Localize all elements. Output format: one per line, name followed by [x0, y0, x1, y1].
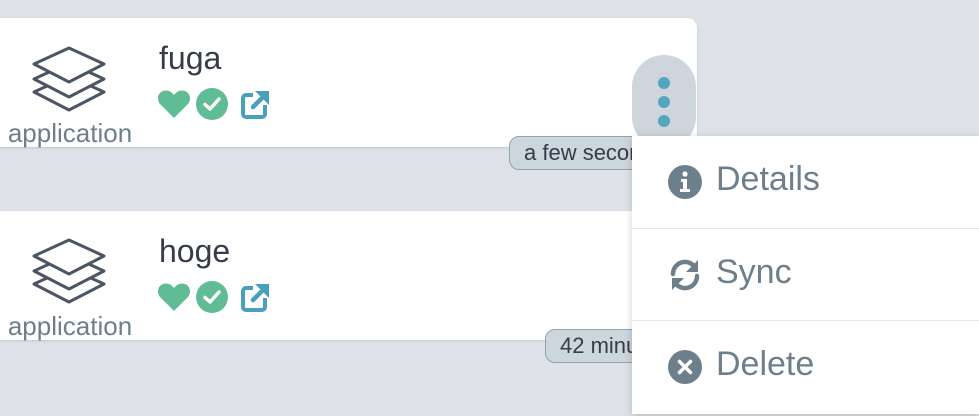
- kebab-dot-icon: [658, 77, 670, 89]
- app-actions-menu: Details Sync Delete: [632, 136, 979, 414]
- check-circle-icon: [196, 88, 228, 120]
- heart-icon: [157, 90, 191, 118]
- heart-icon: [157, 283, 191, 311]
- external-link-icon[interactable]: [241, 282, 271, 312]
- menu-item-label: Delete: [716, 345, 815, 383]
- app-name[interactable]: fuga: [159, 40, 221, 77]
- external-link-icon[interactable]: [241, 89, 271, 119]
- menu-item-details[interactable]: Details: [632, 136, 979, 228]
- sync-icon: [670, 259, 700, 291]
- app-tile-hoge[interactable]: application hoge 42 minutes ago: [0, 211, 697, 363]
- app-kind-label: application: [7, 118, 133, 148]
- more-options-button[interactable]: [632, 55, 696, 149]
- menu-item-label: Details: [716, 160, 820, 198]
- menu-item-sync[interactable]: Sync: [632, 228, 979, 320]
- layers-icon: [32, 46, 106, 112]
- check-circle-icon: [196, 281, 228, 313]
- menu-item-label: Sync: [716, 253, 792, 291]
- app-kind-label: application: [7, 311, 133, 341]
- menu-item-delete[interactable]: Delete: [632, 320, 979, 412]
- app-tile-fuga[interactable]: application fuga a few seconds ago: [0, 18, 697, 170]
- kebab-dot-icon: [658, 115, 670, 127]
- layers-icon: [32, 238, 106, 304]
- kebab-dot-icon: [658, 96, 670, 108]
- last-sync-badge: 42 minutes ago: [545, 329, 645, 363]
- times-circle-icon: [668, 350, 702, 384]
- info-circle-icon: [668, 165, 702, 199]
- app-name[interactable]: hoge: [159, 233, 230, 270]
